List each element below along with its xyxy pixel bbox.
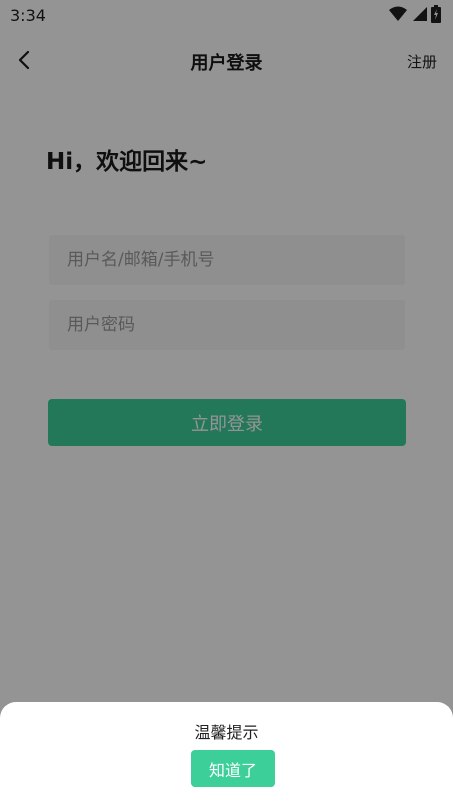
dialog-title: 温馨提示 <box>194 723 259 742</box>
modal-overlay[interactable] <box>0 92 453 805</box>
status-overlay <box>0 0 453 92</box>
notice-dialog: 温馨提示 知道了 <box>0 702 453 805</box>
dialog-confirm-button[interactable]: 知道了 <box>191 750 275 787</box>
